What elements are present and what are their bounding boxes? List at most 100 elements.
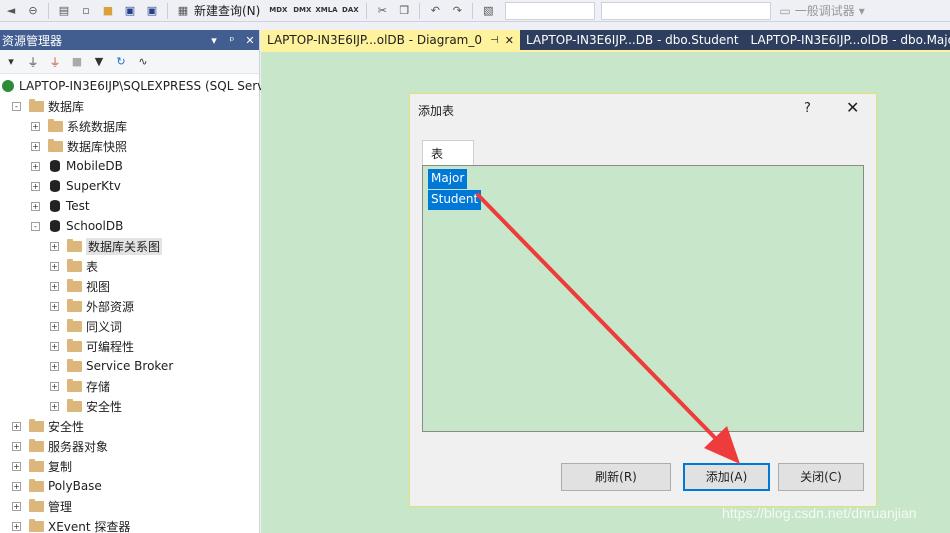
expand-icon[interactable]: + bbox=[50, 321, 59, 331]
xmla-query-button[interactable]: XMLA bbox=[315, 7, 337, 14]
connect-dropdown-icon[interactable]: ▾ bbox=[3, 54, 19, 70]
expand-icon[interactable]: + bbox=[31, 201, 40, 211]
dialog-close-button[interactable]: ✕ bbox=[846, 98, 859, 117]
new-query-icon[interactable]: ▦ bbox=[175, 3, 191, 19]
database-combo[interactable] bbox=[601, 1, 772, 20]
dax-query-button[interactable]: DAX bbox=[339, 7, 361, 14]
close-icon[interactable]: ✕ bbox=[241, 34, 259, 47]
tree-node[interactable]: + 复制 bbox=[12, 456, 72, 476]
tree-node[interactable]: + 视图 bbox=[50, 276, 110, 296]
undo-icon[interactable]: ↶ bbox=[427, 3, 443, 19]
expand-icon[interactable]: + bbox=[50, 241, 59, 251]
tree-node[interactable]: + 同义词 bbox=[50, 316, 122, 336]
folder-icon bbox=[67, 238, 82, 252]
new-query-button[interactable]: 新建查询(N) bbox=[194, 2, 260, 19]
folder-icon bbox=[29, 478, 44, 492]
collapse-icon[interactable]: - bbox=[31, 221, 40, 231]
tree-node[interactable]: + 存储 bbox=[50, 376, 110, 396]
tree-node[interactable]: + 数据库快照 bbox=[31, 136, 127, 156]
tab-label: LAPTOP-IN3E6IJP...olDB - dbo.Major bbox=[750, 33, 950, 47]
table-list[interactable]: Major Student bbox=[422, 165, 864, 432]
mdx-query-button[interactable]: MDX bbox=[267, 7, 289, 14]
pin-icon[interactable]: ⊣ bbox=[490, 35, 499, 46]
tree-node[interactable]: + 服务器对象 bbox=[12, 436, 108, 456]
tree-node-label: 复制 bbox=[48, 459, 73, 474]
tree-node[interactable]: + 表 bbox=[50, 256, 98, 276]
refresh-button[interactable]: 刷新(R) bbox=[561, 463, 671, 491]
activity-icon[interactable]: ∿ bbox=[135, 54, 151, 70]
collapse-icon[interactable]: - bbox=[12, 101, 21, 111]
tree-node[interactable]: + MobileDB bbox=[31, 156, 123, 176]
save-all-icon[interactable]: ▣ bbox=[144, 3, 160, 19]
cut-icon[interactable]: ✂ bbox=[374, 3, 390, 19]
pin-icon[interactable]: ᵖ bbox=[223, 34, 241, 47]
tree-node[interactable]: + Test bbox=[31, 196, 90, 216]
tree-node[interactable]: + 外部资源 bbox=[50, 296, 134, 316]
new-project-icon[interactable]: ▤ bbox=[56, 3, 72, 19]
expand-icon[interactable]: + bbox=[50, 361, 59, 371]
activity-monitor-icon[interactable]: ▧ bbox=[480, 3, 496, 19]
save-icon[interactable]: ▣ bbox=[122, 3, 138, 19]
expand-icon[interactable]: + bbox=[12, 521, 21, 531]
debugger-combo[interactable]: ▭ 一般调试器 ▾ bbox=[779, 2, 864, 19]
expand-icon[interactable]: + bbox=[50, 381, 59, 391]
tree-node-label: XEvent 探查器 bbox=[48, 519, 131, 533]
disconnect-icon[interactable]: ⏚ bbox=[47, 54, 63, 70]
expand-icon[interactable]: + bbox=[31, 121, 40, 131]
tree-node-label: Test bbox=[66, 199, 90, 213]
open-folder-icon[interactable]: ■ bbox=[100, 3, 116, 19]
tree-node[interactable]: + 系统数据库 bbox=[31, 116, 127, 136]
expand-icon[interactable]: + bbox=[31, 141, 40, 151]
close-button[interactable]: 关闭(C) bbox=[778, 463, 864, 491]
tree-node[interactable]: + SuperKtv bbox=[31, 176, 121, 196]
expand-icon[interactable]: + bbox=[12, 501, 21, 511]
database-icon bbox=[50, 180, 60, 192]
expand-icon[interactable]: + bbox=[31, 181, 40, 191]
expand-icon[interactable]: + bbox=[12, 421, 21, 431]
stop-icon[interactable]: ■ bbox=[69, 54, 85, 70]
filter-icon[interactable]: ▼ bbox=[91, 54, 107, 70]
solution-config-combo[interactable] bbox=[505, 1, 596, 20]
tree-node[interactable]: + 数据库关系图 bbox=[50, 236, 163, 256]
tree-node[interactable]: + 可编程性 bbox=[50, 336, 134, 356]
help-button[interactable]: ? bbox=[804, 101, 811, 116]
list-item[interactable]: Major bbox=[428, 169, 468, 189]
refresh-icon[interactable]: ↻ bbox=[113, 54, 129, 70]
tree-node[interactable]: + 安全性 bbox=[50, 396, 122, 416]
tree-node[interactable]: + 管理 bbox=[12, 496, 72, 516]
tree-node[interactable]: + XEvent 探查器 bbox=[12, 516, 130, 533]
toolbar-separator bbox=[419, 2, 421, 19]
redo-icon[interactable]: ↷ bbox=[449, 3, 465, 19]
add-button[interactable]: 添加(A) bbox=[683, 463, 770, 491]
add-item-icon[interactable]: ▫ bbox=[78, 3, 94, 19]
tree-node[interactable]: - SchoolDB bbox=[31, 216, 123, 236]
expand-icon[interactable]: + bbox=[50, 281, 59, 291]
expand-icon[interactable]: + bbox=[50, 341, 59, 351]
expand-icon[interactable]: + bbox=[12, 461, 21, 471]
tree-node[interactable]: + Service Broker bbox=[50, 356, 173, 376]
forward-icon[interactable]: ⊖ bbox=[25, 3, 41, 19]
back-icon[interactable]: ◄ bbox=[3, 3, 19, 19]
tab-diagram[interactable]: LAPTOP-IN3E6IJP...olDB - Diagram_0 ⊣ ✕ bbox=[261, 30, 520, 50]
list-item[interactable]: Student bbox=[428, 190, 482, 210]
expand-icon[interactable]: + bbox=[12, 481, 21, 491]
connect-icon[interactable]: ⏚ bbox=[25, 54, 41, 70]
expand-icon[interactable]: + bbox=[50, 301, 59, 311]
tree-node[interactable]: - 数据库 bbox=[12, 96, 84, 116]
expand-icon[interactable]: + bbox=[31, 161, 40, 171]
tab-student[interactable]: LAPTOP-IN3E6IJP...DB - dbo.Student bbox=[520, 30, 745, 50]
close-icon[interactable]: ✕ bbox=[505, 34, 514, 47]
copy-icon[interactable]: ❐ bbox=[396, 3, 412, 19]
expand-icon[interactable]: + bbox=[50, 401, 59, 411]
tree-node[interactable]: + 安全性 bbox=[12, 416, 84, 436]
toolbar-separator bbox=[472, 2, 474, 19]
tree-node[interactable]: LAPTOP-IN3E6IJP\SQLEXPRESS (SQL Serve bbox=[2, 76, 272, 96]
expand-icon[interactable]: + bbox=[50, 261, 59, 271]
tree-node[interactable]: + PolyBase bbox=[12, 476, 102, 496]
tab-tables[interactable]: 表 bbox=[422, 140, 474, 165]
expand-icon[interactable]: + bbox=[12, 441, 21, 451]
explorer-header: 资源管理器 ▾ ᵖ ✕ bbox=[0, 30, 259, 50]
dmx-query-button[interactable]: DMX bbox=[291, 7, 313, 14]
tab-major[interactable]: LAPTOP-IN3E6IJP...olDB - dbo.Major bbox=[745, 30, 950, 50]
chevron-down-icon[interactable]: ▾ bbox=[205, 34, 223, 47]
